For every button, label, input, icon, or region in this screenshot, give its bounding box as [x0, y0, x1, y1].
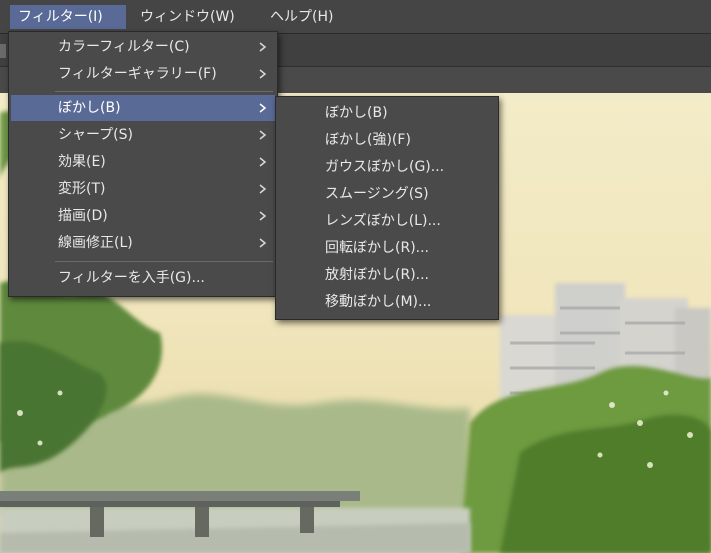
menu-item-label: 線画修正(L)	[58, 235, 133, 251]
submenu-item-spin-blur[interactable]: 回転ぼかし(R)...	[278, 235, 496, 261]
chevron-right-icon	[259, 122, 269, 148]
menu-item-line-correction[interactable]: 線画修正(L)	[11, 230, 275, 256]
menu-item-label: 効果(E)	[58, 154, 106, 170]
filter-menu: カラーフィルター(C) フィルターギャラリー(F) ぼかし(B) シャープ(S)…	[8, 31, 278, 297]
submenu-item-label: 回転ぼかし(R)...	[325, 240, 430, 256]
menu-item-label: 描画(D)	[58, 208, 108, 224]
menu-item-label: フィルターギャラリー(F)	[58, 66, 217, 82]
menubar-item-window[interactable]: ウィンドウ(W)	[132, 5, 250, 29]
menu-item-render[interactable]: 描画(D)	[11, 203, 275, 229]
chevron-right-icon	[259, 149, 269, 175]
menu-item-effect[interactable]: 効果(E)	[11, 149, 275, 175]
submenu-item-label: 放射ぼかし(R)...	[325, 267, 430, 283]
submenu-item-radial-blur[interactable]: 放射ぼかし(R)...	[278, 262, 496, 288]
menu-item-label: ぼかし(B)	[58, 100, 121, 116]
menu-item-label: カラーフィルター(C)	[58, 39, 190, 55]
submenu-item-motion-blur[interactable]: 移動ぼかし(M)...	[278, 289, 496, 315]
submenu-item-blur-strong[interactable]: ぼかし(強)(F)	[278, 127, 496, 153]
chevron-right-icon	[259, 176, 269, 202]
menubar-item-filter[interactable]: フィルター(I)	[10, 5, 126, 29]
chevron-right-icon	[259, 203, 269, 229]
submenu-item-label: ぼかし(B)	[325, 105, 388, 121]
submenu-item-label: レンズぼかし(L)...	[325, 213, 441, 229]
chevron-right-icon	[259, 230, 269, 256]
submenu-item-gaussian-blur[interactable]: ガウスぼかし(G)...	[278, 154, 496, 180]
menu-item-blur[interactable]: ぼかし(B)	[11, 95, 275, 121]
submenu-item-lens-blur[interactable]: レンズぼかし(L)...	[278, 208, 496, 234]
chevron-right-icon	[259, 95, 269, 121]
menu-separator	[55, 91, 273, 92]
menu-item-transform[interactable]: 変形(T)	[11, 176, 275, 202]
submenu-item-label: スムージング(S)	[325, 186, 429, 202]
submenu-item-smoothing[interactable]: スムージング(S)	[278, 181, 496, 207]
menu-item-label: シャープ(S)	[58, 127, 133, 143]
toolbar-edge-handle[interactable]	[0, 44, 6, 58]
menu-item-get-filters[interactable]: フィルターを入手(G)...	[11, 265, 275, 291]
chevron-right-icon	[259, 61, 269, 87]
menubar-item-help[interactable]: ヘルプ(H)	[262, 5, 346, 29]
blur-submenu: ぼかし(B) ぼかし(強)(F) ガウスぼかし(G)... スムージング(S) …	[275, 96, 499, 320]
submenu-item-label: ガウスぼかし(G)...	[325, 159, 445, 175]
menu-item-filter-gallery[interactable]: フィルターギャラリー(F)	[11, 61, 275, 87]
chevron-right-icon	[259, 34, 269, 60]
submenu-item-label: 移動ぼかし(M)...	[325, 294, 432, 310]
menu-bar: フィルター(I) ウィンドウ(W) ヘルプ(H)	[0, 0, 711, 34]
submenu-item-label: ぼかし(強)(F)	[325, 132, 411, 148]
menu-item-label: 変形(T)	[58, 181, 106, 197]
menu-item-sharpen[interactable]: シャープ(S)	[11, 122, 275, 148]
menu-item-color-filter[interactable]: カラーフィルター(C)	[11, 34, 275, 60]
menu-item-label: フィルターを入手(G)...	[58, 270, 205, 286]
submenu-item-blur[interactable]: ぼかし(B)	[278, 100, 496, 126]
menu-separator	[55, 261, 273, 262]
